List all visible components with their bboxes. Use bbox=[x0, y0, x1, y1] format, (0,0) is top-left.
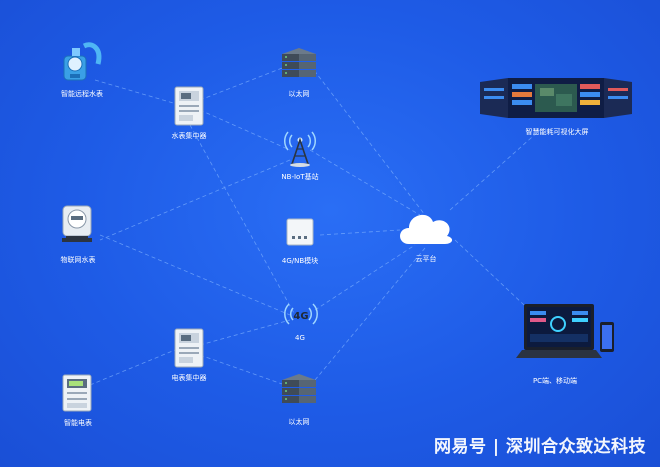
link-smart-meter-to-elec-concentrator bbox=[89, 349, 176, 386]
link-elec-concentrator-to-4g bbox=[199, 319, 291, 346]
network-4g-node: 4G bbox=[281, 300, 321, 328]
water-meter-remote-label: 智能远程水表 bbox=[61, 90, 103, 98]
electric-concentrator-node bbox=[174, 328, 204, 368]
network-diagram: 智能远程水表 水表集中器 以太网 NB-IoT基站 智慧能耗可视化大屏 物联网水… bbox=[0, 0, 660, 467]
dashboard-screen-label: 智慧能耗可视化大屏 bbox=[525, 128, 589, 136]
dashboard-screen-node bbox=[480, 78, 632, 118]
network-4g-label: 4G bbox=[295, 334, 305, 342]
electric-concentrator-label: 电表集中器 bbox=[171, 374, 207, 382]
link-ethernet-to-cloud bbox=[309, 64, 426, 216]
cloud-platform-label: 云平台 bbox=[415, 255, 437, 263]
smart-meter-node bbox=[62, 374, 92, 412]
smart-meter-label: 智能电表 bbox=[64, 419, 92, 427]
module-4g-nb-node bbox=[286, 218, 314, 246]
link-concentrator-to-ethernet bbox=[199, 64, 291, 101]
electric-meter-icon bbox=[62, 374, 92, 412]
link-remote-meter-to-concentrator bbox=[94, 79, 181, 106]
nbiot-station-node bbox=[280, 124, 320, 168]
nbiot-station-label: NB-IoT基站 bbox=[281, 173, 319, 181]
water-concentrator-node bbox=[174, 86, 204, 126]
link-iot-meter-to-4g bbox=[99, 234, 291, 316]
ethernet-bottom-node bbox=[280, 370, 318, 404]
iot-water-meter-node bbox=[60, 204, 94, 246]
iot-water-meter-icon bbox=[62, 205, 92, 242]
link-ethernet-bottom-to-cloud bbox=[314, 247, 426, 381]
link-module-to-cloud bbox=[319, 229, 401, 236]
link-elec-concentrator-to-ethernet bbox=[199, 354, 286, 386]
cloud-icon bbox=[400, 214, 453, 244]
4g-signal-icon: 4G bbox=[284, 303, 318, 325]
watermark: 网易号 | 深圳合众致达科技 bbox=[433, 437, 646, 457]
pc-mobile-node bbox=[516, 302, 616, 364]
laptop-phone-icon bbox=[516, 304, 614, 358]
4g-glyph: 4G bbox=[293, 311, 308, 322]
water-concentrator-label: 水表集中器 bbox=[171, 132, 207, 140]
ethernet-bottom-label: 以太网 bbox=[288, 418, 310, 426]
pc-mobile-label: PC端、移动端 bbox=[532, 377, 578, 385]
iot-water-meter-label: 物联网水表 bbox=[60, 256, 96, 264]
water-meter-icon bbox=[63, 42, 102, 81]
server-stack-icon bbox=[282, 374, 316, 403]
link-concentrator-to-nbiot bbox=[199, 109, 291, 151]
ethernet-top-node bbox=[280, 44, 318, 78]
link-cloud-to-dashboard bbox=[449, 129, 541, 211]
module-box-icon bbox=[286, 218, 314, 246]
ethernet-top-label: 以太网 bbox=[288, 90, 310, 98]
module-4g-nb-label: 4G/NB模块 bbox=[281, 257, 319, 265]
water-meter-remote-node bbox=[58, 38, 108, 83]
concentrator-icon bbox=[174, 328, 204, 368]
server-stack-icon bbox=[282, 48, 316, 77]
antenna-tower-icon bbox=[284, 131, 316, 167]
link-nbiot-to-iot-meter bbox=[99, 159, 291, 241]
concentrator-icon bbox=[174, 86, 204, 126]
dashboard-screen-icon bbox=[480, 78, 632, 118]
cloud-platform-node bbox=[395, 204, 457, 246]
